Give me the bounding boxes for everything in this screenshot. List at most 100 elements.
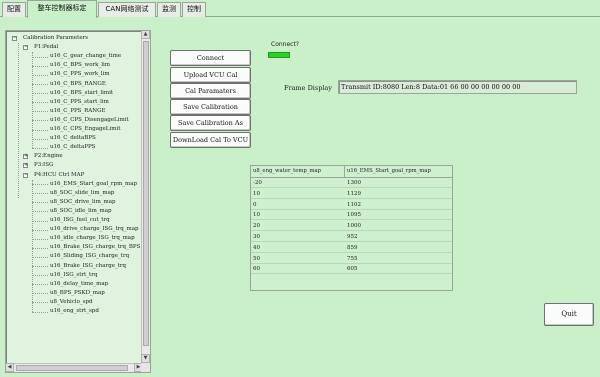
tree-horizontal-scrollbar[interactable]: ◀ ▶ <box>6 363 143 372</box>
tree-connector <box>32 65 48 67</box>
quit-button[interactable]: Quit <box>544 303 594 326</box>
download-cal-to-vcu-button[interactable]: DownLoad Cal To VCU <box>170 132 251 148</box>
scroll-left-icon[interactable]: ◀ <box>6 363 14 372</box>
table-cell-temp[interactable]: 0 <box>251 200 345 210</box>
tree-item[interactable]: u16_C_gear_change_time <box>50 52 121 61</box>
tree-vertical-scrollbar[interactable]: ▲ ▼ <box>141 31 150 363</box>
tree-item[interactable]: u16_Brake_ISG_charge_trq_BPS <box>50 243 140 252</box>
expand-icon[interactable]: + <box>23 163 28 169</box>
table-cell-temp[interactable]: 40 <box>251 243 345 253</box>
table-row[interactable]: -20 1300 <box>251 178 452 188</box>
tree-root[interactable]: Calibration Parameters <box>23 34 88 43</box>
table-cell-rpm[interactable]: 1095 <box>345 210 452 220</box>
tree-connector <box>32 256 48 258</box>
table-cell-temp[interactable]: -20 <box>251 178 345 188</box>
table-cell-rpm[interactable]: 605 <box>345 264 452 274</box>
tree-item[interactable]: u16_ISG_fuel_cut_trq <box>50 216 110 225</box>
scroll-up-icon[interactable]: ▲ <box>141 31 150 39</box>
tree-group[interactable]: P3:ISG <box>34 161 53 170</box>
tree-item[interactable]: u8_SOC_drive_lim_map <box>50 198 116 207</box>
tree-item[interactable]: u16_C_deltaPPS <box>50 143 95 152</box>
tree-connector <box>32 238 48 240</box>
tree-connector <box>32 220 48 222</box>
upload-vcu-cal-button[interactable]: Upload VCU Cal <box>170 67 251 83</box>
table-cell-temp[interactable]: 50 <box>251 254 345 264</box>
table-cell-temp[interactable]: 10 <box>251 189 345 199</box>
tree-item[interactable]: u16_C_PPS_start_lim <box>50 98 109 107</box>
tree-item[interactable]: u16_C_CPS_EngageLimit <box>50 125 120 134</box>
tree-item[interactable]: u16_Sliding_ISG_charge_trq <box>50 252 129 261</box>
tree-connector <box>32 84 48 85</box>
tree-item[interactable]: u16_C_BPS_start_limit <box>50 89 113 98</box>
hscroll-thumb[interactable] <box>16 365 128 371</box>
tree-item[interactable]: u16_EMS_Start_goal_rpm_map <box>50 180 137 189</box>
tree-item[interactable]: u16_C_deltaBPS <box>50 134 96 143</box>
tab-monitor[interactable]: 监测 <box>157 2 181 17</box>
table-row[interactable]: 60 605 <box>251 264 452 275</box>
tree-connector <box>32 311 48 313</box>
table-row[interactable]: 10 1129 <box>251 189 452 199</box>
table-row[interactable]: 20 1000 <box>251 221 452 232</box>
connect-button[interactable]: Connect <box>170 50 251 66</box>
table-cell-rpm[interactable]: 1000 <box>345 221 452 231</box>
table-row[interactable]: 10 1095 <box>251 210 452 221</box>
tree-item[interactable]: u8_SOC_slide_lim_map <box>50 189 114 198</box>
table-cell-temp[interactable]: 30 <box>251 232 345 242</box>
tree-item[interactable]: u16_C_PPS_work_lim <box>50 70 110 79</box>
frame-display-field[interactable]: Transmit ID:8080 Len:8 Data:01 66 00 00 … <box>338 80 577 94</box>
tree-item[interactable]: u16_drive_charge_ISG_trq_map <box>50 225 139 234</box>
tree-item[interactable]: u16_C_PPS_RANGE <box>50 107 106 116</box>
tree-group[interactable]: P4:HCU Ctrl MAP <box>34 171 84 180</box>
calibration-panel: Calibration Parameters − P1:Pedal − u16_C_ge… <box>0 17 600 377</box>
tree-connector <box>18 43 19 199</box>
expand-icon[interactable]: + <box>23 154 28 160</box>
table-row[interactable]: 0 1102 <box>251 200 452 210</box>
table-cell-rpm[interactable]: 859 <box>345 243 452 253</box>
tree-item[interactable]: u16_idle_charge_ISG_trq_map <box>50 234 135 243</box>
tab-can-network-test[interactable]: CAN网络测试 <box>98 2 156 17</box>
tab-config[interactable]: 配置 <box>2 2 26 17</box>
table-cell-rpm[interactable]: 755 <box>345 254 452 264</box>
tree-connector <box>32 120 48 122</box>
tree-connector <box>32 129 48 131</box>
tree-item[interactable]: u16_C_BPS_work_lim <box>50 61 110 70</box>
tree-item[interactable]: u16_C_BPS_RANGE <box>50 80 106 89</box>
connect-status-label: Connect? <box>271 41 299 48</box>
tab-control[interactable]: 控制 <box>182 2 206 17</box>
collapse-icon[interactable]: − <box>12 36 17 41</box>
scroll-thumb[interactable] <box>143 41 149 346</box>
tree-connector <box>32 52 33 148</box>
table-cell-rpm[interactable]: 1300 <box>345 178 452 188</box>
table-row[interactable]: 50 755 <box>251 254 452 264</box>
tree-group[interactable]: P2:Engine <box>34 152 63 161</box>
table-cell-rpm[interactable]: 952 <box>345 232 452 242</box>
tree-item[interactable]: u8_Vehiclo_spd <box>50 298 93 307</box>
save-calibration-button[interactable]: Save Calibration <box>170 99 251 115</box>
table-cell-temp[interactable]: 60 <box>251 264 345 274</box>
table-cell-rpm[interactable]: 1102 <box>345 200 452 210</box>
table-row[interactable]: 30 952 <box>251 232 452 242</box>
tree-item[interactable]: u16_C_CPS_DisengageLimit <box>50 116 129 125</box>
cal-parameters-button[interactable]: Cal Paramaters <box>170 83 251 99</box>
save-calibration-as-button[interactable]: Save Calibration As <box>170 115 251 131</box>
table-cell-rpm[interactable]: 1129 <box>345 189 452 199</box>
tree-connector <box>32 111 48 113</box>
table-cell-temp[interactable]: 20 <box>251 221 345 231</box>
frame-display-label: Frame Display <box>284 84 332 92</box>
table-cell-temp[interactable]: 10 <box>251 210 345 220</box>
collapse-icon[interactable]: − <box>23 172 28 178</box>
tab-vcu-calibration[interactable]: 整车控制器标定 <box>27 0 97 18</box>
table-column-header[interactable]: u16_EMS_Start_goal_rpm_map <box>345 166 452 177</box>
tree-item[interactable]: u16_Brake_ISG_charge_trq <box>50 262 126 271</box>
tree-item[interactable]: u16_delay_time_map <box>50 280 108 289</box>
tree-item[interactable]: u16_eng_strt_spd <box>50 307 99 316</box>
tree-connector <box>32 138 48 140</box>
scroll-down-icon[interactable]: ▼ <box>141 354 150 363</box>
table-column-header[interactable]: u8_eng_water_temp_map <box>251 166 345 177</box>
tree-group[interactable]: P1:Pedal <box>34 43 58 52</box>
tree-item[interactable]: u8_BPS_PSKD_map <box>50 289 105 298</box>
collapse-icon[interactable]: − <box>23 45 28 51</box>
tree-item[interactable]: u8_SOC_idle_lim_map <box>50 207 112 216</box>
table-row[interactable]: 40 859 <box>251 243 452 253</box>
tree-item[interactable]: u16_ISG_strt_trq <box>50 271 97 280</box>
